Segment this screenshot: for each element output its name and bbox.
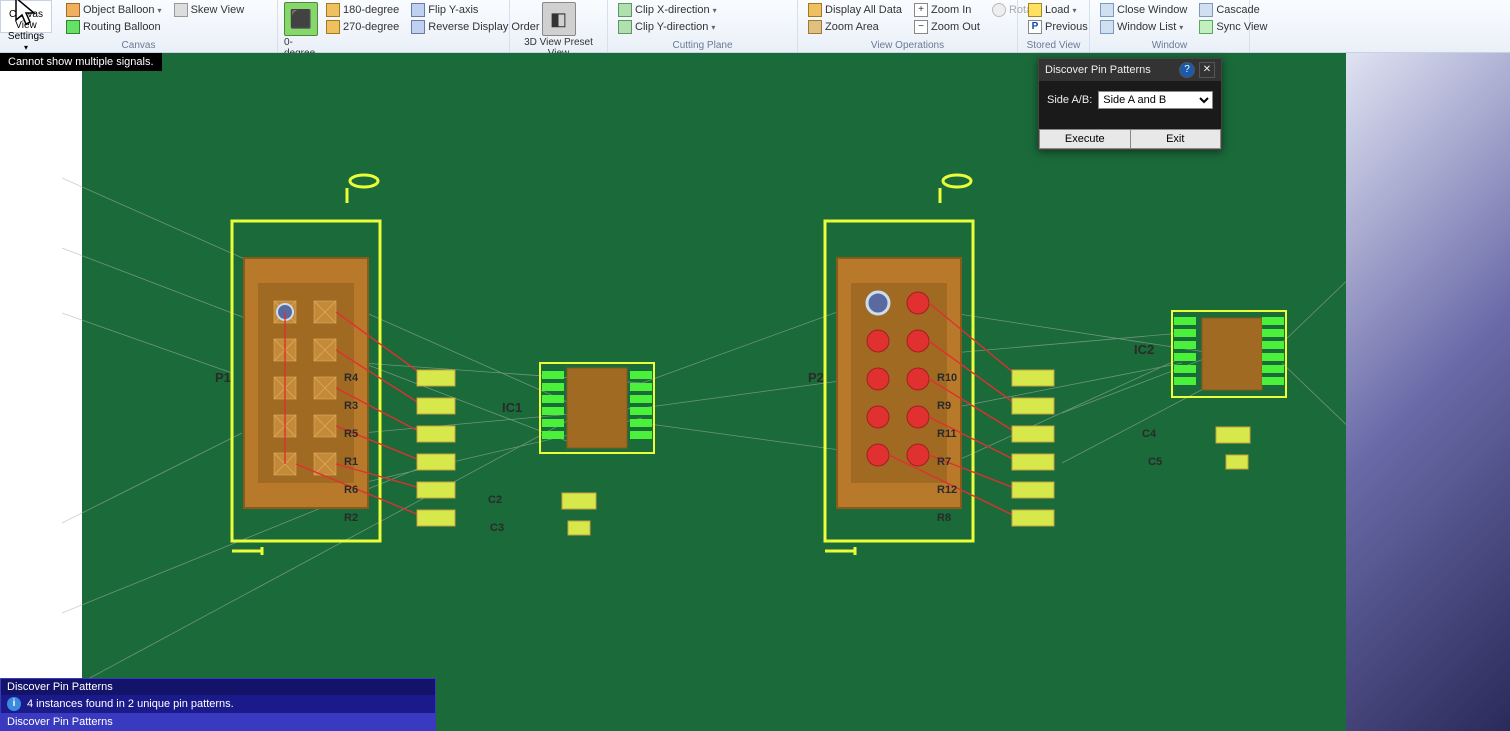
clip-icon [618,3,632,17]
rotate-icon [326,20,340,34]
flip-icon [411,3,425,17]
clip-x-button[interactable]: Clip X-direction [614,2,721,18]
close-window-button[interactable]: Close Window [1096,2,1191,18]
warning-banner: Cannot show multiple signals. [0,53,162,71]
deg180-button[interactable]: 180-degree [322,2,403,18]
sync-icon [1199,20,1213,34]
window-icon [1100,3,1114,17]
load-label: Load [1045,4,1069,16]
zoom-in-label: Zoom In [931,4,971,16]
dialog-help-button[interactable]: ? [1179,62,1195,78]
display-all-button[interactable]: Display All Data [804,2,906,18]
close-window-label: Close Window [1117,4,1187,16]
zoom-out-icon [914,20,928,34]
window-list-icon [1100,20,1114,34]
clip-icon [618,20,632,34]
3d-preset-button[interactable]: ◧ [542,2,576,36]
object-balloon-label: Object Balloon [83,4,155,16]
discover-pin-patterns-dialog: Discover Pin Patterns ? ✕ Side A/B: Side… [1038,58,1222,150]
dialog-title: Discover Pin Patterns [1045,64,1175,76]
clip-x-label: Clip X-direction [635,4,710,16]
component-c2 [562,493,596,509]
canvas-view-settings-button[interactable]: Canvas View Settings [0,0,52,33]
deg270-label: 270-degree [343,21,399,33]
flip-y-label: Flip Y-axis [428,4,478,16]
previous-icon: P [1028,20,1042,34]
zoom-area-button[interactable]: Zoom Area [804,19,906,35]
group-label-stored: Stored View [1024,40,1083,52]
status-message: 4 instances found in 2 unique pin patter… [27,698,234,710]
side-ab-select[interactable]: Side A and B [1098,91,1213,109]
zoom-area-icon [808,20,822,34]
component-p2 [825,221,973,541]
group-label-cutting: Cutting Plane [614,40,791,52]
window-list-label: Window List [1117,21,1176,33]
routing-balloon-label: Routing Balloon [83,21,161,33]
dialog-close-button[interactable]: ✕ [1199,62,1215,78]
display-all-label: Display All Data [825,4,902,16]
design-canvas[interactable] [0,53,1510,731]
previous-view-button[interactable]: P Previous [1024,19,1092,35]
zoom-out-button[interactable]: Zoom Out [910,19,984,35]
routing-balloon-button[interactable]: Routing Balloon [62,19,166,35]
status-title-1: Discover Pin Patterns [1,679,435,695]
execute-button[interactable]: Execute [1039,129,1131,149]
skew-view-label: Skew View [191,4,245,16]
grid-icon [808,3,822,17]
ribbon: Object Balloon Routing Balloon Skew View… [0,0,1510,53]
clip-y-label: Clip Y-direction [635,21,708,33]
deg270-button[interactable]: 270-degree [322,19,403,35]
component-c4 [1216,427,1250,443]
side-gradient [1346,53,1510,731]
rotate-icon [326,3,340,17]
group-label-viewops: View Operations [804,40,1011,52]
zoom-in-icon [914,3,928,17]
object-balloon-button[interactable]: Object Balloon [62,2,166,18]
zoom-in-button[interactable]: Zoom In [910,2,984,18]
component-p1 [232,221,380,541]
info-icon: i [7,697,21,711]
component-c5 [1226,455,1248,469]
exit-button[interactable]: Exit [1131,129,1222,149]
balloon-icon [66,3,80,17]
previous-label: Previous [1045,21,1088,33]
cascade-button[interactable]: Cascade [1195,2,1271,18]
reverse-icon [411,20,425,34]
sync-view-label: Sync View [1216,21,1267,33]
status-title-2: Discover Pin Patterns [0,713,436,731]
load-view-button[interactable]: Load [1024,2,1092,18]
deg180-label: 180-degree [343,4,399,16]
window-list-button[interactable]: Window List [1096,19,1191,35]
sync-view-button[interactable]: Sync View [1195,19,1271,35]
cascade-label: Cascade [1216,4,1259,16]
skew-icon [174,3,188,17]
clip-y-button[interactable]: Clip Y-direction [614,19,721,35]
cascade-icon [1199,3,1213,17]
status-panel: Discover Pin Patterns i 4 instances foun… [0,678,436,731]
rotate-icon [992,3,1006,17]
skew-view-button[interactable]: Skew View [170,2,249,18]
load-icon [1028,3,1042,17]
route-icon [66,20,80,34]
side-ab-label: Side A/B: [1047,94,1092,106]
component-ic2 [1172,311,1286,397]
component-c3 [568,521,590,535]
zoom-out-label: Zoom Out [931,21,980,33]
zero-degree-button[interactable]: ⬛ [284,2,318,36]
group-label-window: Window [1096,40,1243,52]
zoom-area-label: Zoom Area [825,21,879,33]
